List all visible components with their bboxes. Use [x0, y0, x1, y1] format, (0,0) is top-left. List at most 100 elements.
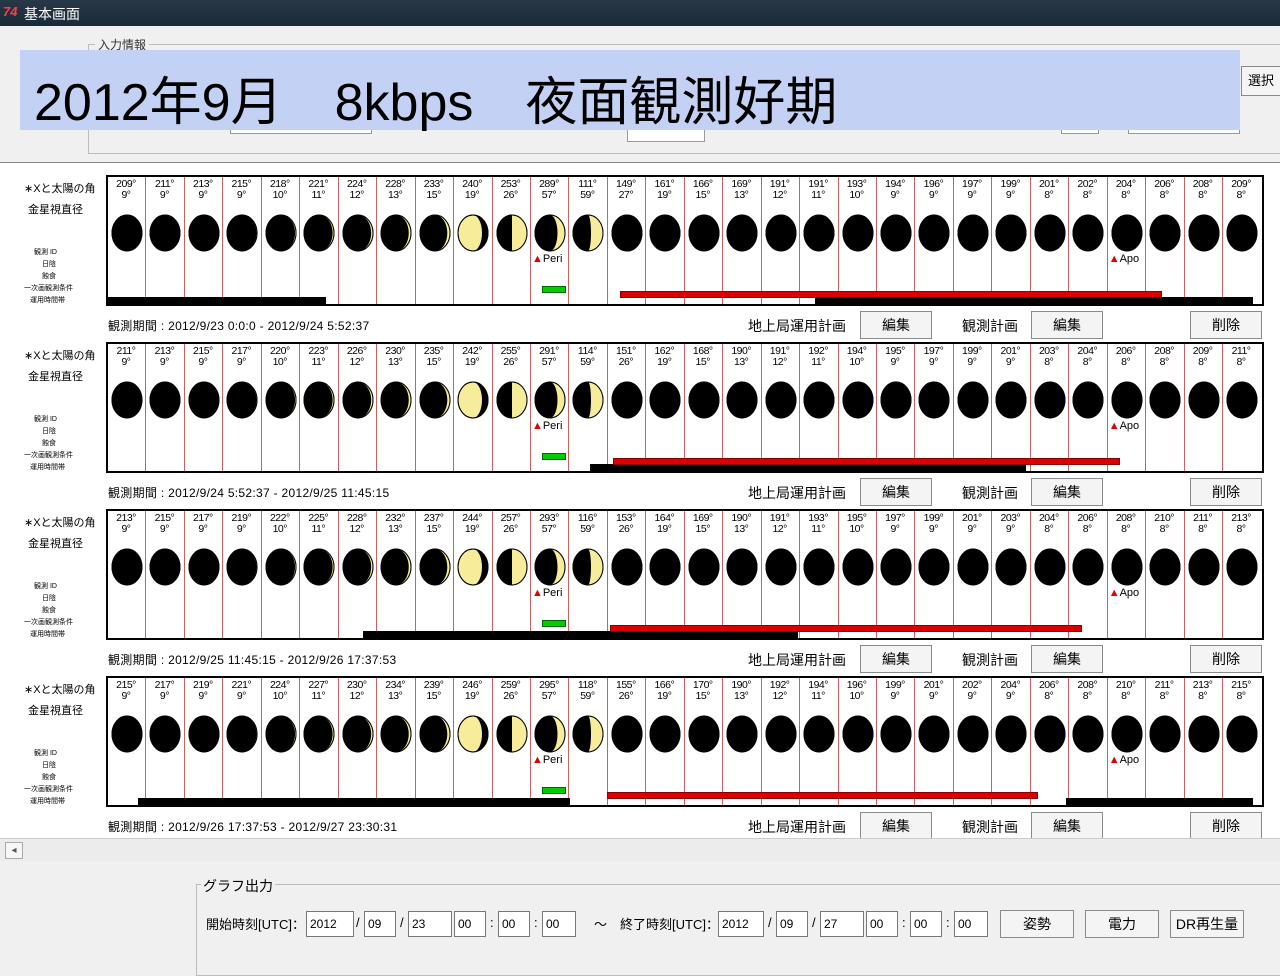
angle-cell: 168° 15° [688, 346, 718, 368]
angle-cell: 206° 8° [1072, 513, 1102, 535]
angle-cell: 233° 15° [419, 179, 449, 201]
phase-divider [568, 511, 570, 638]
angle-cell: 161° 19° [649, 179, 679, 201]
phase-divider [952, 177, 954, 304]
phase-divider [876, 344, 877, 471]
angle-cell: 218° 10° [265, 179, 295, 201]
angle-cell: 192° 11° [803, 346, 833, 368]
orbit-strip: 215° 9° 217° 9° 219° 9° 221° 9° 224° 10° 227° 11° 23… [106, 676, 1264, 807]
edit-obs-plan-button[interactable]: 編集 [1031, 478, 1103, 506]
apo-marker-label: Apo [1119, 754, 1140, 766]
end-year-field[interactable]: 2012 [718, 911, 764, 937]
ops-time-label: 運用時間帯 [30, 464, 65, 471]
diameter-value: 15° [695, 523, 711, 535]
end-minute-field[interactable]: 00 [910, 911, 942, 937]
select-button[interactable]: 選択 [1241, 66, 1280, 96]
angle-cell: 191° 12° [765, 513, 795, 535]
angle-cell: 192° 12° [765, 680, 795, 702]
angle-cell: 208° 8° [1188, 179, 1218, 201]
delete-button[interactable]: 削除 [1190, 311, 1262, 339]
secondary-cond-label: 一次画観測条件 [24, 285, 73, 292]
phase-divider [1145, 344, 1147, 471]
diameter-value: 19° [464, 356, 480, 368]
phase-divider [260, 678, 262, 805]
venus-phase-icon [111, 381, 143, 419]
diameter-value: 12° [349, 189, 364, 201]
delete-button[interactable]: 削除 [1190, 478, 1262, 506]
angle-cell: 215° 9° [226, 179, 256, 201]
attitude-button[interactable]: 姿勢 [1000, 910, 1074, 938]
angle-cell: 195° 10° [842, 513, 872, 535]
end-month-field[interactable]: 09 [776, 911, 808, 937]
angle-cell: 197° 9° [918, 346, 948, 368]
phase-divider [991, 511, 993, 638]
ground-plan-label: 地上局運用計画 [748, 652, 846, 668]
phase-divider [1029, 177, 1031, 304]
apo-marker-label: Apo [1119, 587, 1140, 599]
start-second-field[interactable]: 00 [542, 911, 576, 937]
shade-label: 日陰 [42, 428, 56, 435]
delete-button[interactable]: 削除 [1190, 645, 1262, 673]
venus-phase-icon [880, 214, 912, 252]
end-hour-field[interactable]: 00 [866, 911, 898, 937]
venus-phase-icon [380, 214, 412, 252]
venus-phase-icon [188, 381, 220, 419]
angle-cell: 164° 19° [649, 513, 679, 535]
angle-cell: 289° 57° [534, 179, 564, 201]
phase-divider [760, 511, 762, 638]
angle-cell: 190° 13° [726, 513, 756, 535]
edit-obs-plan-button[interactable]: 編集 [1031, 311, 1103, 339]
apo-marker: ▲Apo [1109, 420, 1139, 432]
edit-obs-plan-button[interactable]: 編集 [1031, 812, 1103, 840]
angle-cell: 209° 9° [111, 179, 141, 201]
angle-cell: 240° 19° [457, 179, 487, 201]
phase-divider [414, 511, 416, 638]
triangle-icon: ▲ [531, 587, 543, 599]
edit-ground-plan-button[interactable]: 編集 [860, 645, 932, 673]
phase-divider [722, 511, 724, 638]
dr-playback-button[interactable]: DR再生量 [1170, 910, 1244, 938]
phase-divider [222, 511, 224, 638]
diameter-value: 8° [1236, 189, 1247, 201]
start-minute-field[interactable]: 00 [498, 911, 530, 937]
end-day-field[interactable]: 27 [820, 911, 864, 937]
diameter-value: 9° [159, 189, 170, 201]
phase-divider [529, 177, 531, 304]
diameter-value: 26° [618, 690, 634, 702]
venus-phase-icon [226, 214, 258, 252]
diameter-value: 8° [1121, 690, 1131, 702]
diameter-value: 9° [928, 189, 939, 201]
observation-period: 観測期間 : 2012/9/25 11:45:15 - 2012/9/26 17… [108, 653, 397, 667]
angle-cell: 255° 26° [496, 346, 526, 368]
angle-cell: 193° 10° [842, 179, 872, 201]
scroll-left-icon[interactable]: ◂ [5, 842, 23, 859]
horizontal-scrollbar[interactable]: ◂ [0, 838, 1280, 861]
phase-divider [606, 678, 608, 805]
diameter-value: 9° [967, 690, 977, 702]
venus-phase-icon [572, 715, 604, 753]
end-second-field[interactable]: 00 [954, 911, 988, 937]
start-time-label: 開始時刻[UTC]： [206, 917, 305, 932]
start-year-field[interactable]: 2012 [306, 911, 354, 937]
delete-button[interactable]: 削除 [1190, 812, 1262, 840]
edit-ground-plan-button[interactable]: 編集 [860, 311, 932, 339]
venus-phase-icon [995, 214, 1027, 252]
angle-cell: 206° 8° [1149, 179, 1179, 201]
diameter-value: 15° [695, 690, 711, 702]
start-month-field[interactable]: 09 [364, 911, 396, 937]
edit-ground-plan-button[interactable]: 編集 [860, 812, 932, 840]
edit-ground-plan-button[interactable]: 編集 [860, 478, 932, 506]
phase-divider [645, 177, 647, 304]
angle-cell: 234° 13° [380, 680, 410, 702]
venus-phase-icon [688, 381, 720, 419]
angle-cell: 215° 9° [188, 346, 218, 368]
ground-plan-label: 地上局運用計画 [748, 318, 846, 334]
ops-time-label: 運用時間帯 [30, 798, 65, 805]
power-button[interactable]: 電力 [1085, 910, 1159, 938]
shade-label: 日陰 [42, 595, 56, 602]
banner-text: 2012年9月 8kbps 夜面観測好期 [34, 74, 838, 132]
start-day-field[interactable]: 23 [408, 911, 452, 937]
edit-obs-plan-button[interactable]: 編集 [1031, 645, 1103, 673]
start-hour-field[interactable]: 00 [454, 911, 486, 937]
venus-phase-icon [149, 548, 181, 586]
